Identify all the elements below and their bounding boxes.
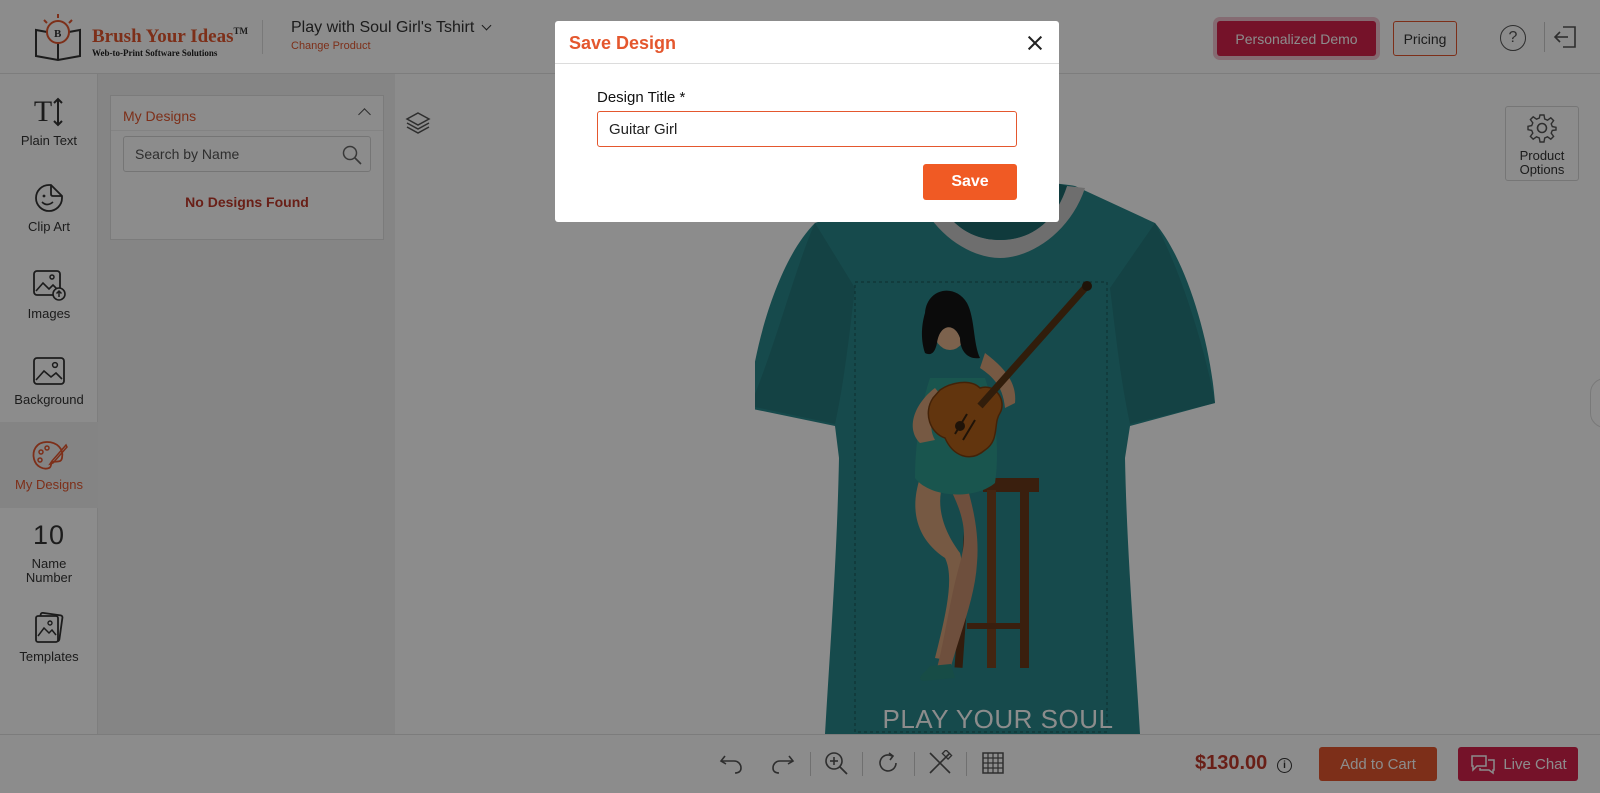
dialog-title: Save Design [569, 33, 677, 53]
dialog-divider [555, 63, 1059, 64]
design-title-input[interactable] [597, 111, 1017, 147]
save-button[interactable]: Save [923, 164, 1017, 200]
close-icon[interactable] [1025, 33, 1045, 53]
save-design-dialog: Save Design Design Title * Save [555, 21, 1059, 222]
design-title-label: Design Title * [597, 89, 686, 106]
